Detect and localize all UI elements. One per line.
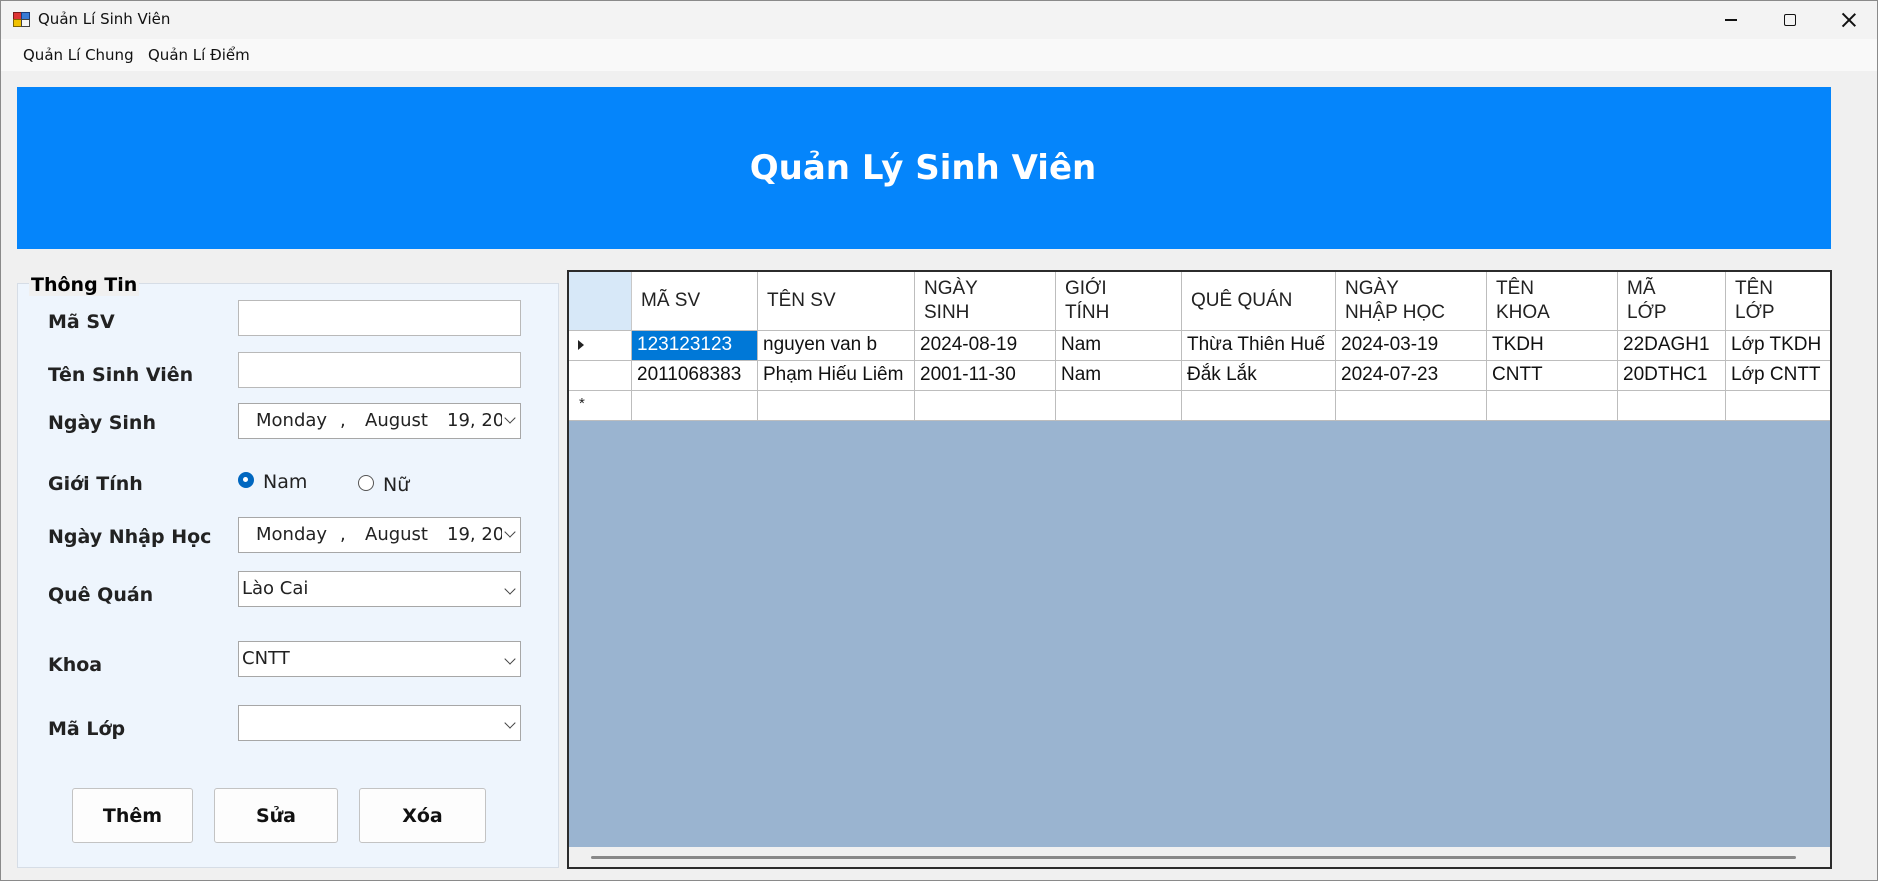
ngay-sinh-weekday: Monday: [256, 410, 328, 431]
new-row-cell[interactable]: [632, 391, 758, 421]
ngay-nhap-hoc-month: August: [365, 524, 428, 545]
new-row-header[interactable]: *: [569, 391, 632, 421]
title-bar[interactable]: Quản Lí Sinh Viên: [1, 1, 1877, 39]
minimize-icon: [1724, 19, 1737, 21]
label-ten-sv: Tên Sinh Viên: [48, 364, 194, 386]
label-que-quan: Quê Quán: [48, 584, 154, 606]
que-quan-value: Lào Cai: [242, 578, 309, 599]
groupbox-title: Thông Tin: [29, 274, 140, 296]
khoa-chevron-down-icon[interactable]: [504, 653, 516, 665]
table-cell[interactable]: 2011068383: [632, 361, 758, 391]
ngay-sinh-datepicker[interactable]: Monday , August 19, 2024: [238, 403, 521, 439]
table-cell[interactable]: Phạm Hiếu Liêm: [758, 361, 915, 391]
ma-lop-chevron-down-icon[interactable]: [504, 717, 516, 729]
table-cell[interactable]: 20DTHC1: [1618, 361, 1726, 391]
new-row-cell[interactable]: [758, 391, 915, 421]
scrollbar-thumb[interactable]: [591, 856, 1796, 859]
table-cell[interactable]: 123123123: [632, 331, 758, 361]
new-row-cell[interactable]: [1182, 391, 1336, 421]
new-row-cell[interactable]: [1618, 391, 1726, 421]
close-button[interactable]: [1819, 1, 1878, 39]
close-icon: [1842, 13, 1856, 27]
table-cell[interactable]: Thừa Thiên Huế: [1182, 331, 1336, 361]
menu-quan-li-diem[interactable]: Quản Lí Điểm: [148, 46, 250, 64]
table-cell[interactable]: Lớp TKDH: [1726, 331, 1830, 361]
khoa-value: CNTT: [242, 648, 290, 669]
ma-lop-combobox[interactable]: [238, 705, 521, 741]
new-row-cell[interactable]: [1056, 391, 1182, 421]
new-row-cell[interactable]: [915, 391, 1056, 421]
row-header[interactable]: [569, 361, 632, 391]
column-header-gioi-tinh[interactable]: GIỚI TÍNH: [1056, 272, 1182, 331]
label-ngay-nhap-hoc: Ngày Nhập Học: [48, 526, 212, 548]
ngay-sinh-sep: ,: [340, 410, 346, 431]
table-cell[interactable]: 2024-03-19: [1336, 331, 1487, 361]
new-row-cell[interactable]: [1487, 391, 1618, 421]
ma-sv-input[interactable]: [238, 300, 521, 336]
ngay-nhap-hoc-datepicker[interactable]: Monday , August 19, 2024: [238, 517, 521, 553]
column-header-que-quan[interactable]: QUÊ QUÁN: [1182, 272, 1336, 331]
current-row-arrow-icon: [578, 340, 584, 350]
label-ngay-sinh: Ngày Sinh: [48, 412, 156, 434]
edit-button[interactable]: Sửa: [214, 788, 338, 843]
table-cell[interactable]: CNTT: [1487, 361, 1618, 391]
label-ma-lop: Mã Lớp: [48, 718, 126, 740]
menu-quan-li-chung[interactable]: Quản Lí Chung: [23, 46, 134, 64]
que-quan-chevron-down-icon[interactable]: [504, 583, 516, 595]
column-header-ten-lop[interactable]: TÊN LỚP: [1726, 272, 1830, 331]
column-header-ten-khoa[interactable]: TÊN KHOA: [1487, 272, 1618, 331]
page-title: Quản Lý Sinh Viên: [749, 148, 1097, 188]
table-cell[interactable]: 2024-08-19: [915, 331, 1056, 361]
header-banner: Quản Lý Sinh Viên: [17, 87, 1831, 249]
ngay-nhap-hoc-weekday: Monday: [256, 524, 328, 545]
table-cell[interactable]: Nam: [1056, 331, 1182, 361]
gender-nu-label[interactable]: Nữ: [383, 474, 409, 496]
row-header[interactable]: [569, 331, 632, 361]
column-header-ten-sv[interactable]: TÊN SV: [758, 272, 915, 331]
ngay-sinh-month: August: [365, 410, 428, 431]
maximize-button[interactable]: [1760, 1, 1819, 39]
table-cell[interactable]: nguyen van b: [758, 331, 915, 361]
delete-button[interactable]: Xóa: [359, 788, 486, 843]
gender-nam-radio[interactable]: [238, 472, 254, 488]
gender-nam-label[interactable]: Nam: [263, 471, 307, 493]
minimize-button[interactable]: [1701, 1, 1760, 39]
table-cell[interactable]: 2024-07-23: [1336, 361, 1487, 391]
label-khoa: Khoa: [48, 654, 103, 676]
app-icon: [13, 12, 31, 28]
new-row-marker: *: [579, 395, 585, 412]
add-button[interactable]: Thêm: [72, 788, 193, 843]
column-header-ngay-nhap-hoc[interactable]: NGÀY NHẬP HỌC: [1336, 272, 1487, 331]
new-row-cell[interactable]: [1726, 391, 1830, 421]
column-header-ngay-sinh[interactable]: NGÀY SINH: [915, 272, 1056, 331]
table-cell[interactable]: 22DAGH1: [1618, 331, 1726, 361]
table-cell[interactable]: TKDH: [1487, 331, 1618, 361]
main-window: Quản Lí Sinh Viên Quản Lí Chung Quản Lí …: [0, 0, 1878, 881]
ten-sv-input[interactable]: [238, 352, 521, 388]
label-ma-sv: Mã SV: [48, 311, 115, 333]
table-cell[interactable]: Đắk Lắk: [1182, 361, 1336, 391]
que-quan-combobox[interactable]: Lào Cai: [238, 571, 521, 607]
column-header-ma-sv[interactable]: MÃ SV: [632, 272, 758, 331]
grid-corner-header[interactable]: [569, 272, 632, 331]
window-title: Quản Lí Sinh Viên: [38, 10, 171, 28]
khoa-combobox[interactable]: CNTT: [238, 641, 521, 677]
gender-nu-radio[interactable]: [358, 475, 374, 491]
label-gioi-tinh: Giới Tính: [48, 473, 143, 495]
table-cell[interactable]: 2001-11-30: [915, 361, 1056, 391]
column-header-ma-lop[interactable]: MÃ LỚP: [1618, 272, 1726, 331]
table-cell[interactable]: Nam: [1056, 361, 1182, 391]
table-cell[interactable]: Lớp CNTT: [1726, 361, 1830, 391]
ngay-nhap-hoc-sep: ,: [340, 524, 346, 545]
maximize-icon: [1783, 14, 1796, 26]
student-datagrid[interactable]: MÃ SV TÊN SV NGÀY SINH GIỚI TÍNH QUÊ QUÁ…: [567, 270, 1832, 869]
menu-bar: Quản Lí Chung Quản Lí Điểm: [1, 39, 1877, 71]
new-row-cell[interactable]: [1336, 391, 1487, 421]
horizontal-scrollbar[interactable]: [569, 847, 1830, 867]
